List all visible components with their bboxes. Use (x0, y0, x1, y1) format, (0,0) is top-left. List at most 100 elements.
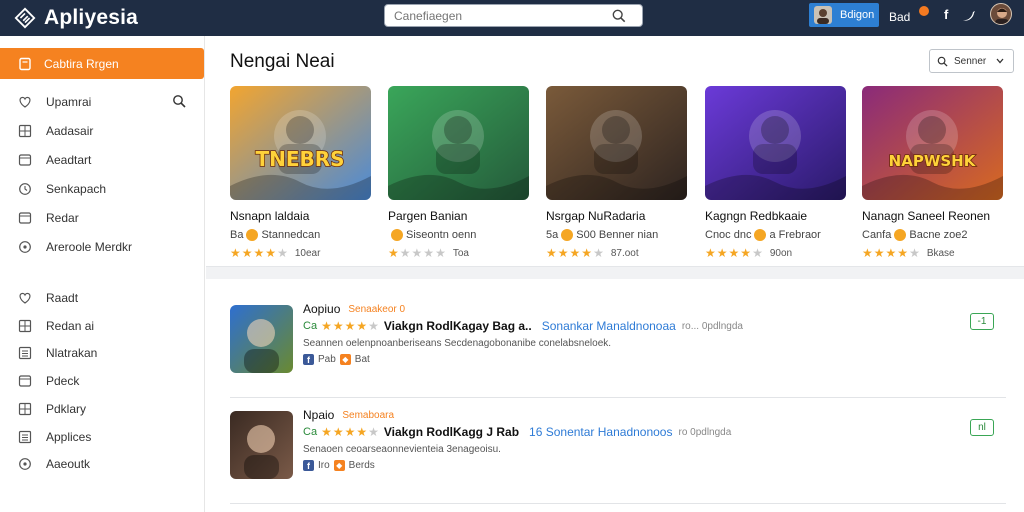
sidebar-item-label: Redan ai (46, 318, 95, 333)
sort-dropdown[interactable]: Senner (929, 49, 1014, 73)
app-list-footer: f Pab ◆ Bat (303, 354, 370, 365)
app-card-meta: Siseontn oenn (388, 229, 530, 241)
search-icon[interactable] (612, 9, 626, 23)
app-list-title[interactable]: Viakgn RodlKagay Bag a.. (384, 319, 532, 333)
sidebar-item-senkapach[interactable]: Senkapach (0, 178, 204, 200)
app-list-link[interactable]: Sonankar Manaldnonoaa (542, 319, 676, 333)
app-card-thumbnail[interactable]: NAPWSHK (862, 86, 1003, 200)
app-card[interactable]: Nsrgap NuRadaria 5a S00 Benner nian ★ ★ ★ ★ ★ 87… (546, 86, 688, 260)
profile-avatar[interactable] (990, 3, 1012, 25)
app-card-meta-left: Cnoc dnc (705, 229, 752, 241)
share-icon[interactable]: ◆ (339, 354, 351, 365)
install-button[interactable]: -1 (970, 313, 994, 330)
sidebar-item-applices[interactable]: Applices (0, 426, 204, 448)
user-account-button[interactable]: Bdigon (809, 3, 879, 27)
grid-icon (18, 124, 32, 138)
app-card-thumbnail[interactable] (388, 86, 529, 200)
facebook-icon[interactable]: f (303, 460, 314, 471)
app-list-icon[interactable] (230, 411, 293, 479)
app-name: Apliyesia (44, 6, 139, 29)
search-icon (937, 56, 948, 67)
bookmark-icon (19, 57, 31, 70)
notification-dot-icon[interactable] (919, 6, 929, 16)
app-card-meta: Canfa Bacne zoe2 (862, 229, 1004, 241)
app-list-header: Npaio Semaboara (303, 408, 394, 422)
sidebar-item-redar[interactable]: Redar (0, 207, 204, 229)
sidebar-item-label: Aadasair (46, 124, 94, 138)
sidebar-item-nlatrakan[interactable]: Nlatrakan (0, 342, 204, 364)
app-list-row[interactable]: Npaio Semaboara Ca ★ ★ ★ ★ ★ Viakgn RodlKagg J R… (230, 404, 1006, 496)
app-list-description: Seannen oelenpnoanberiseans Secdenagobon… (303, 338, 612, 349)
star-icon: ★ (873, 246, 885, 260)
heart-icon (19, 96, 31, 108)
sidebar-item-active[interactable]: Cabtira Rrgen (0, 48, 204, 79)
app-card-title[interactable]: Nsnapn laldaia (230, 209, 372, 223)
app-list-developer[interactable]: Senaakeor 0 (348, 304, 405, 315)
sidebar-item-upamrai[interactable]: Upamrai (0, 91, 204, 113)
star-icon: ★ (546, 246, 557, 260)
app-card-thumbnail[interactable]: TNEBRS (230, 86, 371, 200)
star-icon: ★ (368, 319, 379, 333)
app-list-title[interactable]: Viakgn RodlKagg J Rab (384, 425, 519, 439)
app-card-meta: Ba Stannedcan (230, 229, 372, 241)
search-box[interactable] (384, 4, 643, 27)
star-icon: ★ (344, 425, 356, 439)
app-logo[interactable]: Apliyesia (14, 6, 314, 30)
sidebar-item-aadasair[interactable]: Aadasair (0, 120, 204, 142)
star-icon: ★ (399, 246, 411, 260)
main-content: Nengai Neai Senner TNEBRS Nsnapn laldaia B… (206, 36, 1024, 512)
app-card-thumbnail[interactable] (705, 86, 846, 200)
search-input[interactable] (394, 8, 612, 23)
window-icon (18, 212, 32, 224)
star-icon: ★ (332, 425, 344, 439)
app-card-title[interactable]: Kagngn Redbkaaie (705, 209, 847, 223)
app-list-header: Aopiuo Senaakeor 0 (303, 302, 405, 316)
app-card-title[interactable]: Nanagn Saneel Reonen (862, 209, 1004, 223)
app-list-row[interactable]: Aopiuo Senaakeor 0 Ca ★ ★ ★ ★ ★ Viakgn RodlKagay… (230, 298, 1006, 390)
sidebar-item-aaeoutk[interactable]: Aaeoutk (0, 453, 204, 475)
section-title: Nengai Neai (230, 51, 335, 72)
app-list-icon[interactable] (230, 305, 293, 373)
coin-icon (391, 229, 403, 241)
app-list-name[interactable]: Aopiuo (303, 302, 340, 316)
install-button[interactable]: nl (970, 419, 994, 436)
coin-icon (246, 229, 259, 241)
sidebar-item-label: Aaeoutk (46, 457, 91, 472)
facebook-icon[interactable]: f (303, 354, 314, 365)
app-card[interactable]: NAPWSHK Nanagn Saneel Reonen Canfa Bacne zo… (862, 86, 1004, 260)
facebook-icon[interactable]: f (944, 7, 948, 22)
star-icon: ★ (368, 425, 379, 439)
app-card-title[interactable]: Pargen Banian (388, 209, 530, 223)
list-icon (18, 430, 32, 443)
review-count: Toa (452, 247, 469, 259)
app-list-meta: ro 0pdlngda (678, 426, 732, 438)
star-icon: ★ (885, 246, 897, 260)
app-list-name[interactable]: Npaio (303, 408, 334, 422)
sidebar-item-areroole-merdkr[interactable]: Areroole Merdkr (0, 236, 204, 258)
sidebar-item-pdeck[interactable]: Pdeck (0, 370, 204, 392)
coin-icon (894, 229, 907, 241)
star-icon: ★ (321, 319, 332, 333)
sidebar-item-aeadtart[interactable]: Aeadtart (0, 149, 204, 171)
game-artwork (705, 86, 846, 200)
app-card[interactable]: TNEBRS Nsnapn laldaia Ba Stannedcan ★ ★ ★ ★ ★ 10e… (230, 86, 372, 260)
share-icon[interactable]: ◆ (333, 460, 345, 471)
app-card-thumbnail[interactable] (546, 86, 687, 200)
star-icon: ★ (909, 246, 920, 260)
app-card[interactable]: Kagngn Redbkaaie Cnoc dnc a Frebraor ★ ★ ★ ★ ★ 9… (705, 86, 847, 260)
star-icon: ★ (344, 319, 356, 333)
app-card[interactable]: Pargen Banian Siseontn oenn ★ ★ ★ ★ ★ Toa (388, 86, 530, 260)
app-list-foot-left: Iro (318, 460, 330, 471)
twitter-icon[interactable] (962, 9, 976, 23)
app-list-developer[interactable]: Semaboara (342, 410, 394, 421)
sidebar-item-redan-ai[interactable]: Redan ai (0, 315, 204, 337)
app-card-title[interactable]: Nsrgap NuRadaria (546, 209, 688, 223)
sidebar-item-raadt[interactable]: Raadt (0, 287, 204, 309)
app-list-link[interactable]: 16 Sonentar Hanadnonoos (529, 425, 672, 439)
sidebar-item-pdklary[interactable]: Pdklary (0, 398, 204, 420)
top-link[interactable]: Bad (889, 10, 910, 24)
star-icon: ★ (265, 246, 277, 260)
star-icon: ★ (752, 246, 763, 260)
star-icon: ★ (705, 246, 716, 260)
app-card-rating: ★ ★ ★ ★ ★ 10ear (230, 246, 372, 260)
